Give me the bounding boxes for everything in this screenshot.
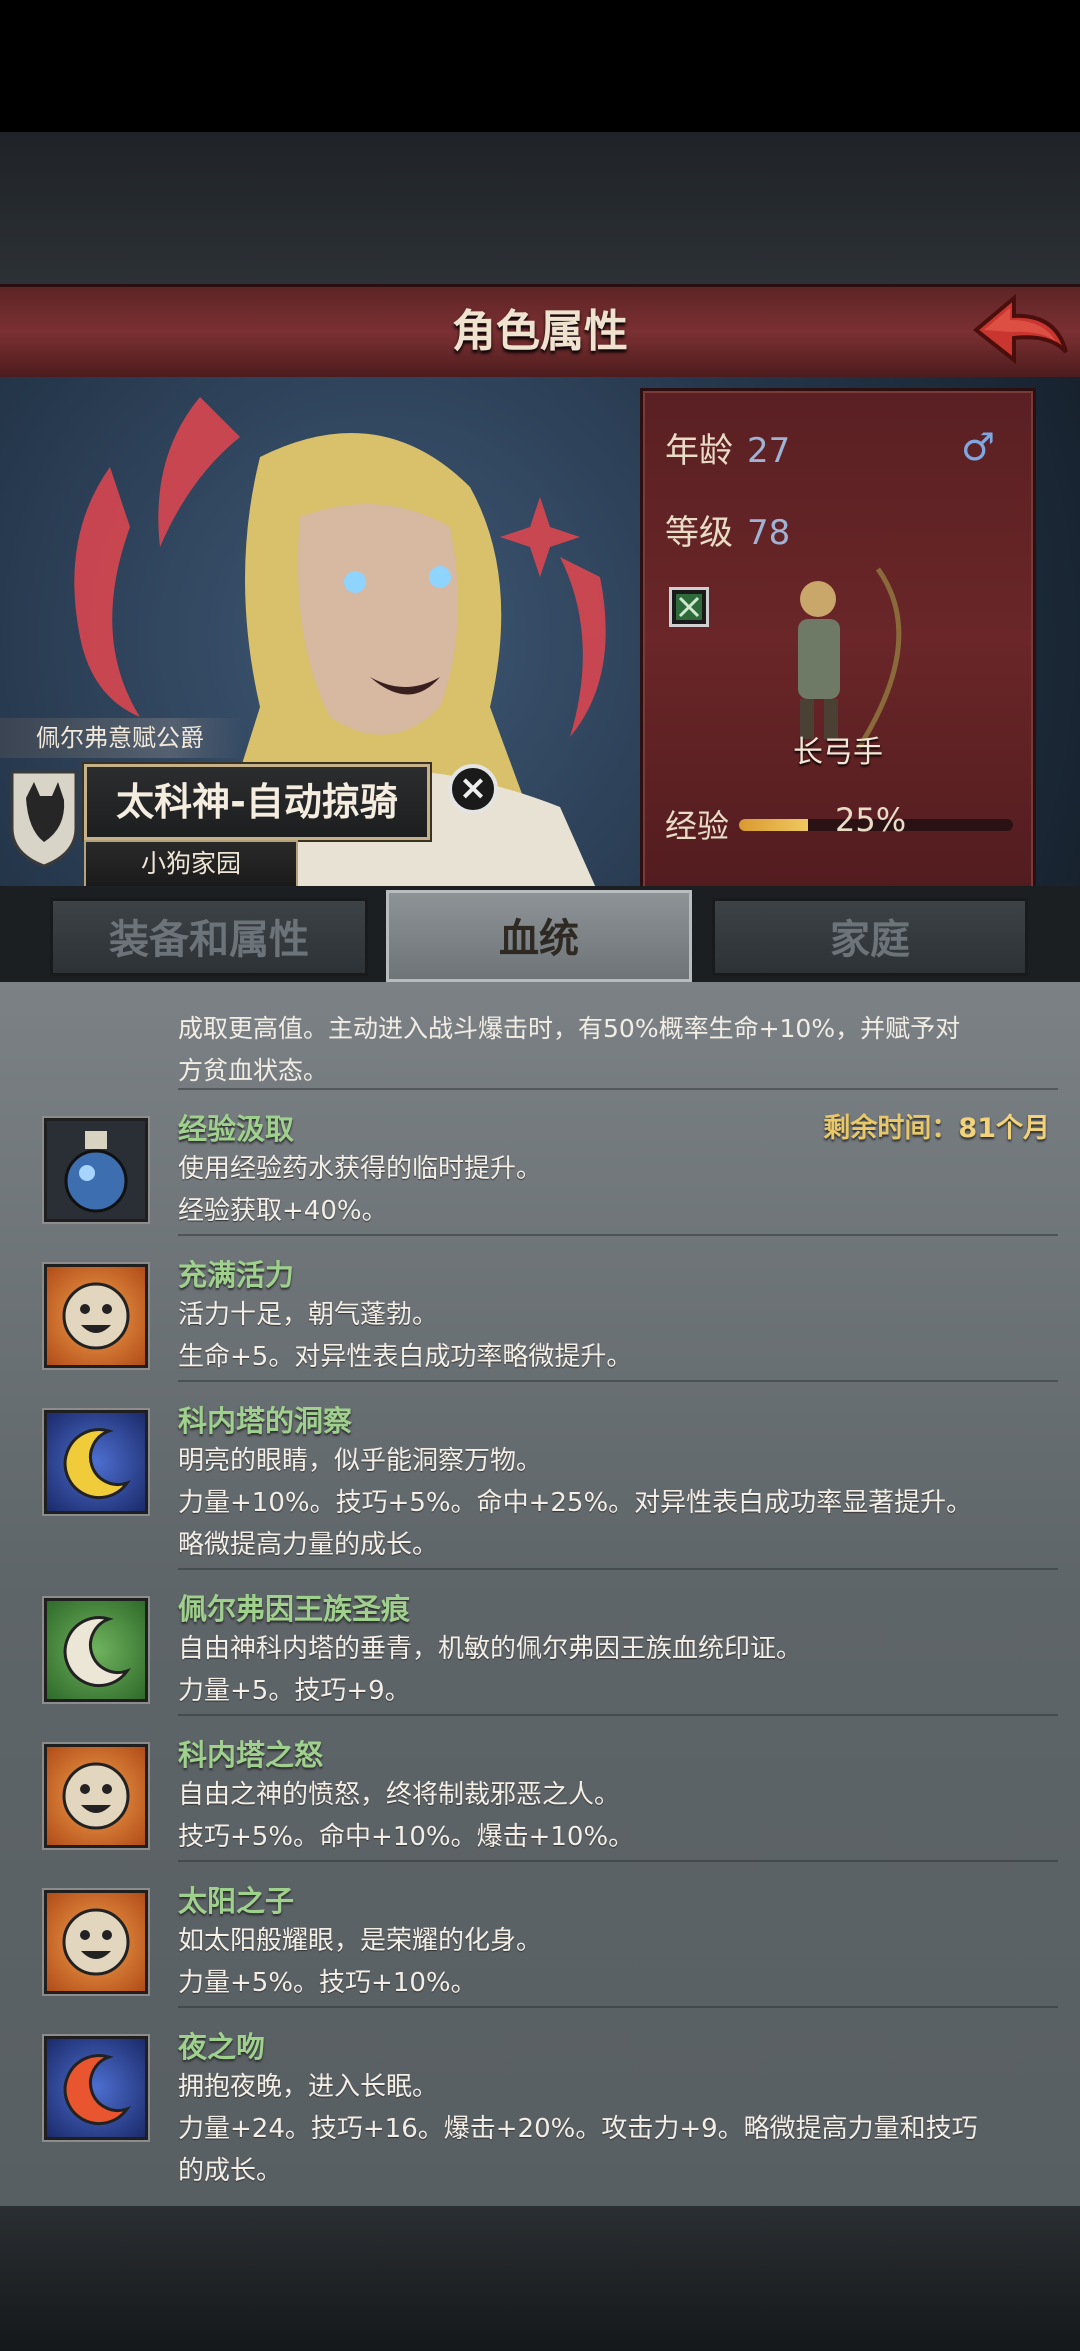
exp-percent: 25% <box>835 801 907 839</box>
divider <box>178 1380 1058 1382</box>
trait-effect: 生命+5。对异性表白成功率略微提升。 <box>178 1342 633 1372</box>
moon-icon <box>44 1410 148 1514</box>
trait-desc: 活力十足，朝气蓬勃。 <box>178 1300 439 1330</box>
sun-smile-icon <box>44 1264 148 1368</box>
sun-smile-icon <box>44 1744 148 1848</box>
trait-effect: 力量+5。技巧+9。 <box>178 1676 411 1706</box>
age-row: 年龄 27 <box>665 423 790 472</box>
trait-desc: 自由之神的愤怒，终将制裁邪恶之人。 <box>178 1780 621 1810</box>
wolf-crest-icon <box>10 770 78 868</box>
remaining-label: 剩余时间： <box>823 1113 959 1144</box>
trait-name: 充满活力 <box>178 1258 295 1292</box>
trait-desc: 拥抱夜晚，进入长眠。 <box>178 2072 439 2102</box>
upper-backdrop <box>0 132 1080 284</box>
potion-icon <box>44 1118 148 1222</box>
stats-panel: 年龄 27 ♂ 等级 78 长弓手 经验 25% <box>640 388 1036 892</box>
trait-name: 科内塔之怒 <box>178 1738 324 1772</box>
trait-desc: 使用经验药水获得的临时提升。 <box>178 1154 543 1184</box>
trait-name: 科内塔的洞察 <box>178 1404 353 1438</box>
name-area: 佩尔弗意赋公爵 太科神-自动掠骑 小狗家园 <box>0 718 460 888</box>
trait-list[interactable]: 成取更高值。主动进入战斗爆击时，有50%概率生命+10%，并赋予对 方贫血状态。… <box>0 982 1080 2206</box>
close-icon[interactable]: × <box>448 764 498 814</box>
title-bar: 角色属性 <box>0 284 1080 380</box>
trait-name: 佩尔弗因王族圣痕 <box>178 1592 411 1626</box>
page-title: 角色属性 <box>452 306 628 357</box>
divider <box>178 1088 1058 1090</box>
trait-desc: 如太阳般耀眼，是荣耀的化身。 <box>178 1926 543 1956</box>
trait-desc: 明亮的眼睛，似乎能洞察万物。 <box>178 1446 543 1476</box>
trait-effect-extra: 的成长。 <box>178 2156 283 2186</box>
trait-effect: 力量+24。技巧+16。爆击+20%。攻击力+9。略微提高力量和技巧 <box>178 2114 978 2144</box>
sun-smile-icon <box>44 1890 148 1994</box>
exp-label: 经验 <box>665 807 730 845</box>
family-name[interactable]: 小狗家园 <box>84 840 298 888</box>
level-row: 等级 78 <box>665 505 790 554</box>
status-checkbox-icon[interactable] <box>669 587 709 627</box>
moon-green-icon <box>44 1598 148 1702</box>
level-value: 78 <box>747 513 791 553</box>
character-name: 太科神-自动掠骑 <box>84 764 430 840</box>
divider <box>178 1860 1058 1862</box>
tab-bloodline[interactable]: 血统 <box>386 890 692 982</box>
age-value: 27 <box>747 431 791 471</box>
status-bar-area <box>0 0 1080 132</box>
class-name: 长弓手 <box>793 735 883 770</box>
bottom-backdrop <box>0 2206 1080 2351</box>
trait-effect: 力量+10%。技巧+5%。命中+25%。对异性表白成功率显著提升。 <box>178 1488 973 1518</box>
back-arrow-icon[interactable] <box>968 290 1072 370</box>
trait-effect: 技巧+5%。命中+10%。爆击+10%。 <box>178 1822 635 1852</box>
noble-title: 佩尔弗意赋公爵 <box>0 718 244 758</box>
level-label: 等级 <box>665 513 733 553</box>
trait-effect-extra: 略微提高力量的成长。 <box>178 1530 439 1560</box>
trait-desc: 自由神科内塔的垂青，机敏的佩尔弗因王族血统印证。 <box>178 1634 803 1664</box>
trait-name: 夜之吻 <box>178 2030 266 2064</box>
tab-equipment[interactable]: 装备和属性 <box>50 898 368 976</box>
divider <box>178 2006 1058 2008</box>
male-gender-icon: ♂ <box>961 425 996 469</box>
tab-family[interactable]: 家庭 <box>712 898 1028 976</box>
trait-effect: 经验获取+40%。 <box>178 1196 388 1226</box>
age-label: 年龄 <box>665 431 733 471</box>
divider <box>178 1568 1058 1570</box>
prev-trait-line-2: 方贫血状态。 <box>178 1056 329 1085</box>
tab-bar: 装备和属性 血统 家庭 <box>0 886 1080 982</box>
remaining-value: 81个月 <box>958 1113 1050 1144</box>
moon-red-icon <box>44 2036 148 2140</box>
prev-trait-description: 成取更高值。主动进入战斗爆击时，有50%概率生命+10%，并赋予对 方贫血状态。 <box>178 982 1058 1092</box>
divider <box>178 1234 1058 1236</box>
prev-trait-line-1: 成取更高值。主动进入战斗爆击时，有50%概率生命+10%，并赋予对 <box>178 1014 961 1043</box>
trait-effect: 力量+5%。技巧+10%。 <box>178 1968 477 1998</box>
trait-name: 太阳之子 <box>178 1884 295 1918</box>
remaining-time: 剩余时间：81个月 <box>823 1106 1050 1145</box>
trait-name: 经验汲取 <box>178 1112 295 1146</box>
divider <box>178 1714 1058 1716</box>
